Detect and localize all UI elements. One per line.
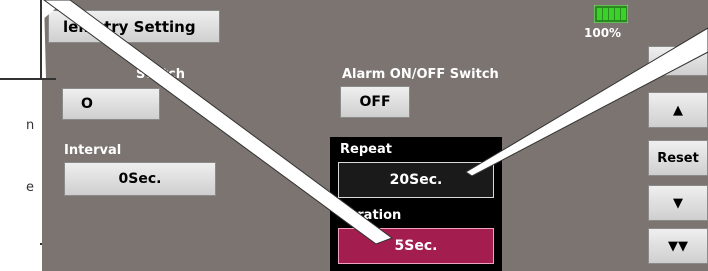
alarm-switch-value: OFF bbox=[359, 94, 391, 110]
alarm-switch-label: Alarm ON/OFF Switch bbox=[342, 67, 499, 82]
up-arrow-icon: ▲ bbox=[673, 102, 683, 118]
callout-text-line-2: e bbox=[26, 180, 34, 195]
interval-value: 0Sec. bbox=[118, 171, 162, 187]
duration-label: uration bbox=[348, 208, 402, 223]
title-button[interactable]: lemetry Setting bbox=[48, 10, 220, 43]
battery-percent: 100% bbox=[584, 26, 622, 40]
interval-button[interactable]: 0Sec. bbox=[64, 162, 216, 196]
page-title: lemetry Setting bbox=[63, 17, 196, 36]
alarm-switch-button[interactable]: OFF bbox=[340, 86, 410, 118]
battery-icon bbox=[594, 5, 628, 23]
page-down-button[interactable]: ▼▼ bbox=[648, 228, 708, 264]
duration-button[interactable]: 5Sec. bbox=[338, 228, 494, 264]
switch-button[interactable]: O bbox=[62, 88, 160, 120]
scroll-up-button[interactable]: ▲ bbox=[648, 92, 708, 128]
scroll-down-button[interactable]: ▼ bbox=[648, 185, 708, 221]
double-down-arrow-icon: ▼▼ bbox=[668, 238, 688, 254]
reset-label: Reset bbox=[657, 150, 699, 166]
callout-text-line-1: n bbox=[26, 118, 35, 133]
repeat-value: 20Sec. bbox=[389, 172, 443, 188]
repeat-button[interactable]: 20Sec. bbox=[338, 162, 494, 198]
side-button-top[interactable] bbox=[648, 46, 708, 76]
switch-label: Switch bbox=[136, 67, 186, 82]
down-arrow-icon: ▼ bbox=[673, 195, 683, 211]
repeat-label: Repeat bbox=[340, 142, 392, 157]
reset-button[interactable]: Reset bbox=[648, 140, 708, 176]
duration-value: 5Sec. bbox=[394, 238, 438, 254]
switch-value: O bbox=[81, 96, 93, 112]
interval-label: Interval bbox=[64, 143, 122, 158]
